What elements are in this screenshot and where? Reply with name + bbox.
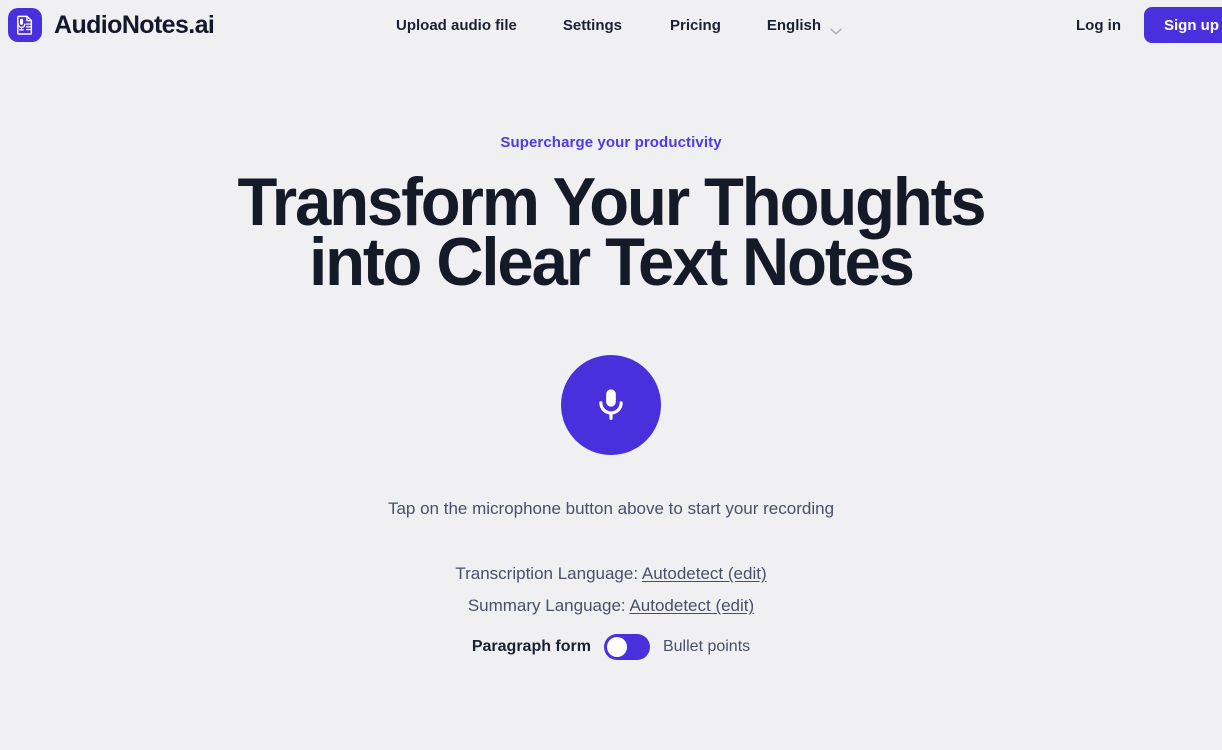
- summary-language-label: Summary Language:: [467, 596, 626, 615]
- main-navigation: Upload audio file Settings Pricing Engli…: [396, 0, 842, 50]
- site-header: AudioNotes.ai Upload audio file Settings…: [0, 0, 1222, 50]
- toggle-label-paragraph-form: Paragraph form: [471, 638, 591, 655]
- summary-language-edit-link[interactable]: Autodetect (edit): [629, 596, 754, 615]
- options-panel: Transcription Language: Autodetect (edit…: [0, 558, 1222, 660]
- output-format-toggle-row: Paragraph form Bullet points: [0, 634, 1222, 660]
- document-microphone-icon: [8, 8, 42, 42]
- chevron-down-icon: [830, 22, 842, 35]
- headline-line-2: into Clear Text Notes: [309, 224, 915, 300]
- nav-upload-audio-file[interactable]: Upload audio file: [396, 17, 517, 34]
- transcription-language-label: Transcription Language:: [455, 564, 639, 583]
- header-actions: Log in Sign up: [1076, 0, 1222, 50]
- microphone-icon: [591, 384, 631, 427]
- log-in-link[interactable]: Log in: [1076, 17, 1121, 34]
- nav-pricing[interactable]: Pricing: [670, 17, 721, 34]
- sign-up-button[interactable]: Sign up: [1144, 7, 1222, 43]
- toggle-knob: [606, 637, 627, 657]
- language-selector-label: English: [766, 16, 822, 34]
- summary-language-row: Summary Language: Autodetect (edit): [0, 590, 1222, 622]
- output-format-toggle[interactable]: [603, 634, 650, 660]
- nav-settings[interactable]: Settings: [563, 17, 622, 34]
- brand-logo[interactable]: AudioNotes.ai: [8, 8, 215, 42]
- hero-eyebrow: Supercharge your productivity: [500, 134, 722, 151]
- record-microphone-button[interactable]: [561, 355, 661, 455]
- language-selector[interactable]: English: [766, 16, 842, 35]
- brand-name: AudioNotes.ai: [54, 10, 215, 39]
- hero-section: Supercharge your productivity Transform …: [0, 50, 1222, 660]
- toggle-label-bullet-points: Bullet points: [662, 638, 751, 655]
- transcription-language-row: Transcription Language: Autodetect (edit…: [0, 558, 1222, 590]
- recorder-hint: Tap on the microphone button above to st…: [387, 499, 835, 518]
- recorder-control: [0, 355, 1222, 455]
- transcription-language-edit-link[interactable]: Autodetect (edit): [642, 564, 767, 583]
- page-title: Transform Your Thoughts into Clear Text …: [24, 168, 1197, 300]
